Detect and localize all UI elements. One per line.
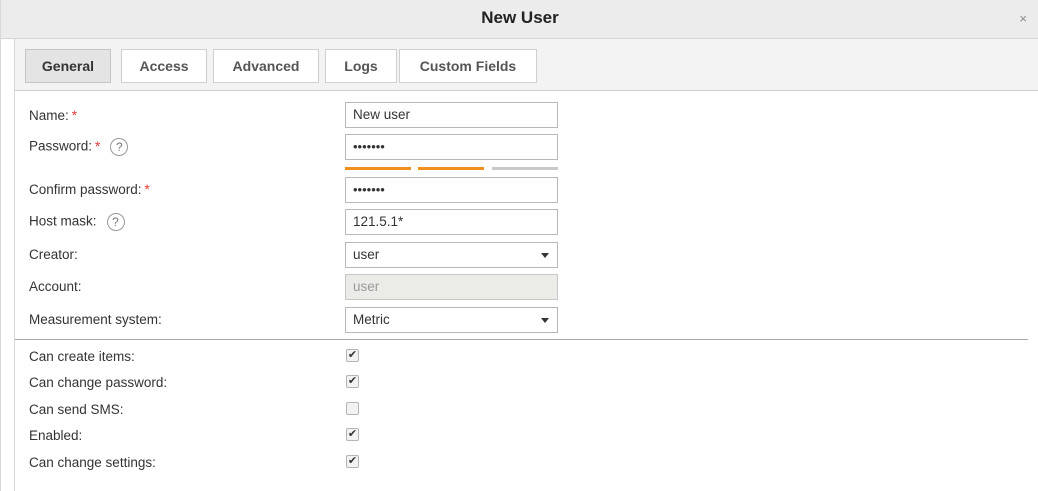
password-input[interactable]: ••••••• — [345, 134, 558, 160]
required-mark: * — [95, 138, 101, 154]
dialog-title: New User — [481, 8, 559, 27]
creator-select[interactable]: user — [345, 242, 558, 268]
measurement-system-select-value: Metric — [353, 312, 390, 327]
can-change-password-label: Can change password: — [29, 375, 168, 390]
required-mark: * — [144, 182, 150, 197]
password-strength-segment-1 — [345, 167, 411, 170]
can-change-settings-label: Can change settings: — [29, 455, 156, 470]
can-send-sms-label: Can send SMS: — [29, 402, 124, 417]
password-strength-segment-2 — [418, 167, 484, 170]
required-mark: * — [71, 108, 78, 123]
new-user-dialog: New User × General Access Advanced Logs … — [0, 0, 1038, 491]
tab-custom-fields[interactable]: Custom Fields — [399, 49, 537, 83]
enabled-label: Enabled: — [29, 428, 83, 443]
can-create-items-label: Can create items: — [29, 349, 135, 364]
chevron-down-icon — [541, 253, 549, 258]
section-divider — [15, 339, 1028, 340]
creator-label: Creator: — [29, 247, 78, 262]
confirm-password-label: Confirm password: * — [29, 182, 150, 197]
can-change-settings-checkbox[interactable]: ✔ — [346, 455, 359, 468]
password-label-text: Password: — [29, 138, 93, 154]
tab-logs[interactable]: Logs — [325, 49, 397, 83]
help-circle-icon[interactable]: ? — [106, 213, 125, 231]
name-input[interactable]: New user — [345, 102, 558, 128]
creator-select-value: user — [353, 247, 380, 262]
confirm-password-label-text: Confirm password: — [29, 182, 142, 197]
name-label-text: Name: — [29, 108, 69, 123]
password-strength-segment-3 — [492, 167, 558, 170]
general-form: Name: * New user Password: *? ••••••• Conf… — [14, 91, 1038, 491]
can-send-sms-checkbox[interactable] — [346, 402, 359, 415]
host-mask-input[interactable]: 121.5.1* — [345, 209, 558, 235]
tab-bar: General Access Advanced Logs Custom Fiel… — [14, 39, 1038, 91]
host-mask-label-text: Host mask: — [29, 213, 97, 229]
tab-advanced[interactable]: Advanced — [213, 49, 319, 83]
account-label: Account: — [29, 279, 82, 294]
confirm-password-input[interactable]: ••••••• — [345, 177, 558, 203]
dialog-titlebar: New User × — [1, 0, 1038, 39]
chevron-down-icon — [541, 318, 549, 323]
password-label: Password: *? — [29, 138, 129, 156]
host-mask-label: Host mask:? — [29, 213, 125, 231]
measurement-system-select[interactable]: Metric — [345, 307, 558, 333]
close-icon[interactable]: × — [1019, 12, 1027, 25]
help-circle-icon[interactable]: ? — [110, 138, 129, 156]
tab-general[interactable]: General — [25, 49, 111, 83]
name-label: Name: * — [29, 108, 77, 123]
tab-access[interactable]: Access — [121, 49, 207, 83]
enabled-checkbox[interactable]: ✔ — [346, 428, 359, 441]
can-change-password-checkbox[interactable]: ✔ — [346, 375, 359, 388]
can-create-items-checkbox[interactable]: ✔ — [346, 349, 359, 362]
measurement-system-label: Measurement system: — [29, 312, 162, 327]
account-input: user — [345, 274, 558, 300]
